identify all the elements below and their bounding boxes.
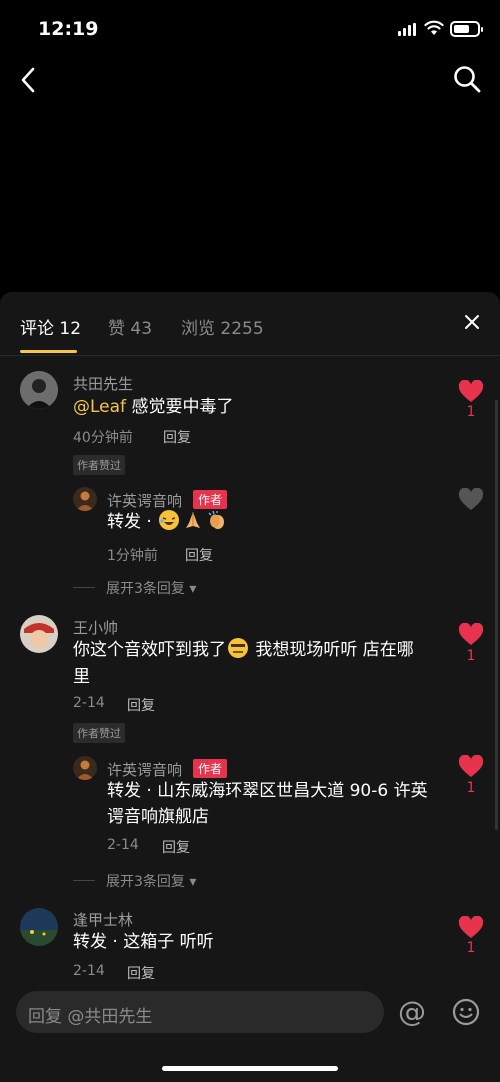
reply-input[interactable]: 回复 @共田先生 bbox=[16, 991, 384, 1033]
comment-time: 2-14 bbox=[73, 695, 105, 711]
comment-time: 2-14 bbox=[73, 963, 105, 979]
comment-text: @Leaf 感觉要中毒了 bbox=[73, 397, 234, 417]
like-count: 1 bbox=[466, 404, 476, 420]
status-time: 12:19 bbox=[38, 18, 99, 40]
comment-time: 40分钟前 bbox=[73, 430, 133, 446]
top-bar bbox=[0, 60, 500, 100]
reply-author[interactable]: 许英谔音响 bbox=[107, 759, 182, 780]
comment-text-cont: 里 bbox=[73, 667, 90, 687]
author-tag: 作者 bbox=[193, 490, 228, 509]
avatar-scene-icon bbox=[20, 908, 58, 946]
comment-text: 转发 · 这箱子 听听 bbox=[73, 932, 214, 952]
like-count: 1 bbox=[466, 780, 476, 796]
search-icon[interactable] bbox=[452, 64, 482, 94]
heart-icon[interactable] bbox=[458, 916, 484, 940]
heart-icon[interactable] bbox=[458, 380, 484, 404]
reply-text: 转发 · bbox=[107, 509, 229, 536]
divider bbox=[73, 587, 95, 588]
reply-button[interactable]: 回复 bbox=[127, 695, 155, 715]
back-icon[interactable] bbox=[16, 62, 42, 98]
tab-views[interactable]: 浏览 2255 bbox=[181, 314, 264, 339]
reply-button[interactable]: 回复 bbox=[127, 963, 155, 983]
avatar-face-icon bbox=[20, 615, 58, 653]
like-count: 1 bbox=[466, 648, 476, 664]
avatar[interactable] bbox=[73, 487, 97, 511]
clap-emoji-icon bbox=[208, 510, 225, 529]
heart-outline-icon[interactable] bbox=[458, 488, 484, 512]
author-liked-badge: 作者赞过 bbox=[73, 723, 125, 743]
laughing-emoji-icon bbox=[159, 510, 180, 530]
author-liked-badge: 作者赞过 bbox=[73, 455, 125, 475]
avatar[interactable] bbox=[20, 615, 58, 653]
comment-author[interactable]: 王小帅 bbox=[73, 617, 118, 638]
reply-time: 1分钟前 bbox=[107, 548, 158, 564]
reply-button[interactable]: 回复 bbox=[163, 427, 191, 447]
sweat-emoji-icon bbox=[228, 638, 248, 658]
avatar-person-icon bbox=[20, 371, 58, 409]
reply-button[interactable]: 回复 bbox=[185, 545, 213, 565]
tab-bar: 评论 12 赞 43 浏览 2255 bbox=[0, 292, 500, 356]
battery-icon bbox=[450, 21, 483, 37]
mention-link[interactable]: @Leaf bbox=[73, 397, 126, 417]
reply-button[interactable]: 回复 bbox=[162, 837, 190, 857]
expand-replies-button[interactable]: 展开3条回复 ▾ bbox=[106, 871, 196, 891]
reply-text-cont: 谔音响旗舰店 bbox=[107, 807, 209, 827]
chevron-down-icon: ▾ bbox=[184, 581, 197, 597]
reply-time: 2-14 bbox=[107, 837, 139, 853]
like-count: 1 bbox=[466, 940, 476, 956]
divider bbox=[73, 880, 95, 881]
tab-comments[interactable]: 评论 12 bbox=[20, 314, 81, 339]
home-indicator[interactable] bbox=[162, 1066, 338, 1071]
comment-text: 你这个音效吓到我了 我想现场听听 店在哪 bbox=[73, 637, 414, 664]
signal-icon bbox=[398, 23, 416, 36]
avatar[interactable] bbox=[20, 371, 58, 409]
avatar-figure-icon bbox=[73, 487, 97, 511]
avatar-figure-icon bbox=[73, 756, 97, 780]
emoji-icon[interactable] bbox=[452, 998, 480, 1026]
tab-likes[interactable]: 赞 43 bbox=[108, 314, 152, 339]
author-tag: 作者 bbox=[193, 759, 228, 778]
comment-author[interactable]: 共田先生 bbox=[73, 373, 133, 394]
status-bar: 12:19 bbox=[0, 0, 500, 60]
avatar[interactable] bbox=[73, 756, 97, 780]
wifi-icon bbox=[424, 20, 444, 35]
reply-author[interactable]: 许英谔音响 bbox=[107, 490, 182, 511]
scrollbar[interactable] bbox=[495, 400, 498, 830]
heart-icon[interactable] bbox=[458, 623, 484, 647]
pray-emoji-icon bbox=[186, 512, 201, 528]
close-icon[interactable] bbox=[464, 314, 480, 330]
expand-replies-button[interactable]: 展开3条回复 ▾ bbox=[106, 578, 196, 598]
heart-icon[interactable] bbox=[458, 755, 484, 779]
comment-author[interactable]: 逢甲士林 bbox=[73, 909, 133, 930]
chevron-down-icon: ▾ bbox=[184, 874, 197, 890]
reply-text: 转发 · 山东威海环翠区世昌大道 90-6 许英 bbox=[107, 781, 428, 801]
avatar[interactable] bbox=[20, 908, 58, 946]
at-icon[interactable]: @ bbox=[398, 995, 426, 1028]
tab-underline bbox=[20, 350, 77, 353]
